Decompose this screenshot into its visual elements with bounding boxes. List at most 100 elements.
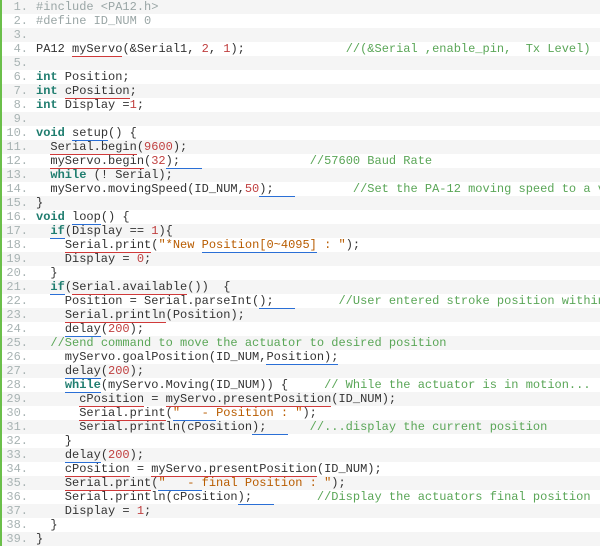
code-token: } <box>36 518 58 532</box>
code-line: 24. delay(200); <box>2 322 600 336</box>
code-token: ); <box>259 182 295 197</box>
code-line: 8.int Display =1; <box>2 98 600 112</box>
line-code: myServo.movingSpeed(ID_NUM,50); //Set th… <box>34 182 600 196</box>
line-number: 8. <box>2 98 34 112</box>
code-token: ; <box>144 504 151 518</box>
code-token: int <box>36 70 58 84</box>
code-line: 37. Display = 1; <box>2 504 600 518</box>
code-token: } <box>36 196 43 210</box>
code-token: ); <box>230 42 345 56</box>
code-token: ( <box>101 322 108 336</box>
code-token: Position : " <box>216 406 302 420</box>
code-token: Display = <box>36 252 137 266</box>
line-code: Serial.print("*New Position[0~4095] : ")… <box>34 238 360 252</box>
code-token: } <box>36 434 72 448</box>
line-code: } <box>34 518 58 532</box>
line-code: Serial.print(" - Position : "); <box>34 406 317 420</box>
code-line: 7.int cPosition; <box>2 84 600 98</box>
code-token: //(&Serial ,enable_pin, Tx Level) <box>346 42 591 56</box>
line-code: if(Serial.available()) { <box>34 280 230 294</box>
line-number: 14. <box>2 182 34 196</box>
code-line: 35. Serial.print(" - final Position : ")… <box>2 476 600 490</box>
code-token: (Position); <box>166 308 245 322</box>
code-token: myServo.movingSpeed(ID_NUM, <box>36 182 245 196</box>
code-token: ); <box>252 420 288 435</box>
line-number: 28. <box>2 378 34 392</box>
code-token <box>36 406 79 420</box>
line-code: Serial.begin(9600); <box>34 140 187 154</box>
line-number: 11. <box>2 140 34 154</box>
code-token: ); <box>130 448 144 462</box>
code-token: Serial.print <box>65 238 151 253</box>
code-token: ; <box>130 84 137 98</box>
line-number: 16. <box>2 210 34 224</box>
code-token <box>36 154 50 168</box>
line-code: while (! Serial); <box>34 168 173 182</box>
line-number: 29. <box>2 392 34 406</box>
code-token: delay <box>65 322 101 337</box>
line-number: 10. <box>2 126 34 140</box>
code-token: //Set the PA-12 moving speed to a value … <box>353 182 600 196</box>
line-code: delay(200); <box>34 448 144 462</box>
code-token: ( <box>101 364 108 378</box>
code-token: 1 <box>130 98 137 112</box>
line-number: 31. <box>2 420 34 434</box>
line-code: if(Display == 1){ <box>34 224 173 238</box>
code-token: int <box>36 84 58 98</box>
code-token <box>36 140 50 154</box>
code-token: (ID_NUM); <box>331 392 396 406</box>
code-token: setup <box>72 126 108 141</box>
line-code: Serial.println(cPosition); //...display … <box>34 420 547 434</box>
code-token: myServo.presentPosition <box>151 462 317 477</box>
code-token: 0 <box>137 252 144 266</box>
line-code: int cPosition; <box>34 84 137 98</box>
code-token: cPosition <box>65 462 130 477</box>
code-token <box>36 378 65 392</box>
code-token: 200 <box>108 322 130 336</box>
line-code: } <box>34 532 43 546</box>
line-number: 33. <box>2 448 34 462</box>
code-token <box>36 280 50 294</box>
code-token: int <box>36 98 58 112</box>
code-token: #define ID_NUM 0 <box>36 14 151 28</box>
code-token <box>65 126 72 140</box>
code-token: Position[0~4095] <box>202 238 317 253</box>
code-token: 9600 <box>144 140 173 154</box>
code-line: 38. } <box>2 518 600 532</box>
code-token: myServo.begin <box>50 154 144 169</box>
line-number: 6. <box>2 70 34 84</box>
code-token: 50 <box>245 182 259 196</box>
line-code: delay(200); <box>34 364 144 378</box>
code-token <box>36 448 65 462</box>
code-token <box>36 462 65 476</box>
code-line: 29. cPosition = myServo.presentPosition(… <box>2 392 600 406</box>
code-token: Serial.println(cPosition <box>36 420 252 434</box>
code-token: //User entered stroke position within se… <box>338 294 600 308</box>
code-token: 1 <box>137 504 144 518</box>
line-code: #include <PA12.h> <box>34 0 158 14</box>
code-token: Serial.print <box>79 406 165 421</box>
code-token: 2 <box>202 42 209 56</box>
code-token <box>36 308 65 322</box>
code-token: ){ <box>158 224 172 238</box>
code-line: 4.PA12 myServo(&Serial1, 2, 1); //(&Seri… <box>2 42 600 56</box>
code-token: ); <box>238 490 274 505</box>
code-line: 16.void loop() { <box>2 210 600 224</box>
line-number: 26. <box>2 350 34 364</box>
line-number: 5. <box>2 56 34 70</box>
code-line: 3. <box>2 28 600 42</box>
line-number: 18. <box>2 238 34 252</box>
code-token: ); <box>302 406 316 420</box>
line-code: cPosition = myServo.presentPosition(ID_N… <box>34 392 396 406</box>
line-code: PA12 myServo(&Serial1, 2, 1); //(&Serial… <box>34 42 591 56</box>
code-line: 12. myServo.begin(32); //57600 Baud Rate <box>2 154 600 168</box>
code-line: 1.#include <PA12.h> <box>2 0 600 14</box>
line-code: } <box>34 434 72 448</box>
code-token: Serial.available <box>72 280 187 295</box>
code-listing: 1.#include <PA12.h>2.#define ID_NUM 03.4… <box>0 0 600 546</box>
code-line: 30. Serial.print(" - Position : "); <box>2 406 600 420</box>
code-token: Position = Serial.parseInt( <box>36 294 259 308</box>
line-number: 35. <box>2 476 34 490</box>
code-token: Position; <box>58 70 130 84</box>
code-token <box>58 84 65 98</box>
